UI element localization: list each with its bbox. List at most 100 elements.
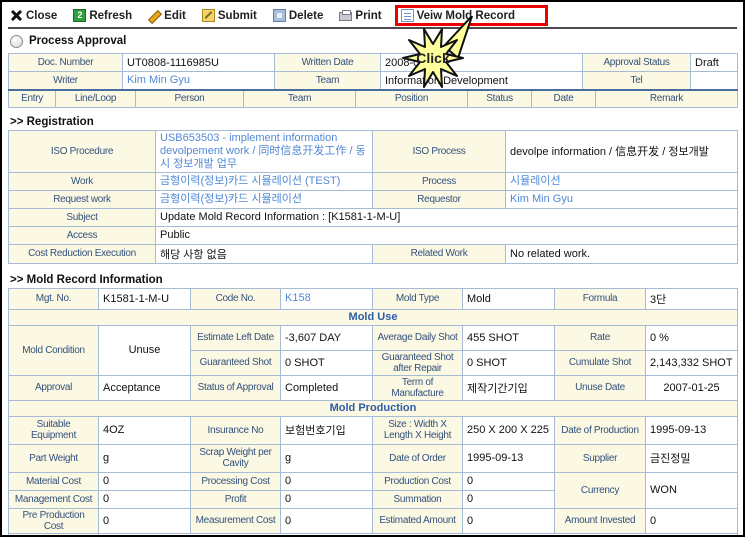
cell-code-no: Code No. [191,288,281,309]
cell-0: 0 [99,472,191,490]
edit-pencil-icon [148,9,161,22]
cell-iso-process: ISO Process [373,130,506,172]
cell-remark: Remark [596,90,738,107]
toolbar-button-print[interactable]: Print [339,10,381,22]
cell-entry: Entry [9,90,56,107]
cell-unuse: Unuse [99,325,191,375]
cell-mold-use: Mold Use [9,309,738,325]
cell-insurance-no: Insurance No [191,416,281,444]
cell-usb653503-implement-information-devolpem[interactable]: USB653503 - implement information devolp… [156,130,373,172]
table-row: Mold Production [9,400,738,416]
close-icon [10,9,23,22]
cell-team: Team [275,72,381,90]
cell-line-loop: Line/Loop [56,90,136,107]
cell-test[interactable]: 금형이력(정보)카드 시뮬레이션 (TEST) [156,172,373,190]
table-row: Suitable Equipment4OZInsurance No보험번호기입S… [9,416,738,444]
toolbar-button-label: Delete [289,10,324,22]
cell-date-of-production: Date of Production [555,416,646,444]
table-row: Doc. NumberUT0808-1116985UWritten Date20… [9,54,738,72]
printer-icon [339,12,352,21]
cell-g: g [281,444,373,472]
cell-455-shot: 455 SHOT [463,325,555,350]
cell-0: 0 % [646,325,738,350]
cell-average-daily-shot: Average Daily Shot [373,325,463,350]
cell-production-cost: Production Cost [373,472,463,490]
cell-work: Work [9,172,156,190]
cell-r2c1[interactable]: 금형이력(정보)카드 시뮬레이션 [156,190,373,208]
cell-0: 0 [281,490,373,508]
cell-cost-reduction-execution: Cost Reduction Execution [9,244,156,263]
cell-tel: Tel [583,72,691,90]
mold-record-table: Mgt. No.K1581-1-M-UCode No.K158Mold Type… [8,288,737,537]
mold-record-section-title: >> Mold Record Information [10,274,737,286]
cell-rate: Rate [555,325,646,350]
table-row: Material Cost0Processing Cost0Production… [9,472,738,490]
callout-text: Click [416,50,450,66]
cell-0: 0 [463,472,555,490]
approval-entry-header-table: EntryLine/LoopPersonTeamPositionStatusDa… [8,89,737,108]
cell-0: 0 [646,508,738,533]
cell-pre-production-cost: Pre Production Cost [9,508,99,533]
cell-profit: Profit [191,490,281,508]
cell-guaranteed-shot: Guaranteed Shot [191,350,281,375]
cell-related-work: Related Work [373,244,506,263]
cell-ut0808-1116985u: UT0808-1116985U [123,54,275,72]
cell-kim-min-gyu[interactable]: Kim Min Gyu [123,72,275,90]
process-approval-radio[interactable] [10,35,23,48]
cell-suitable-equipment: Suitable Equipment [9,416,99,444]
cell-mold-type: Mold Type [373,288,463,309]
cell-position: Position [356,90,468,107]
cell-r7c7: 금진정밀 [646,444,738,472]
toolbar-button-label: Edit [164,10,186,22]
cell-management-cost: Management Cost [9,490,99,508]
process-approval-label: Process Approval [29,35,126,47]
cell-0: 0 [463,508,555,533]
cell-estimated-amount: Estimated Amount [373,508,463,533]
cell-formula: Formula [555,288,646,309]
toolbar-button-close[interactable]: Close [10,9,57,22]
table-row: Request work금형이력(정보)카드 시뮬레이션RequestorKim… [9,190,738,208]
toolbar: CloseRefreshEditSubmitDeletePrintVeiw Mo… [8,4,737,29]
table-row: Mold ConditionUnuseEstimate Left Date-3,… [9,325,738,350]
table-row: Mold Use [9,309,738,325]
cell-part-weight: Part Weight [9,444,99,472]
registration-section-title: >> Registration [10,116,737,128]
cell-1995-09-13: 1995-09-13 [646,416,738,444]
cell-g: g [99,444,191,472]
cell-kim-min-gyu[interactable]: Kim Min Gyu [506,190,738,208]
cell-completed: Completed [281,375,373,400]
cell-k1581-1-m-u: K1581-1-M-U [99,288,191,309]
table-row: Pre Production Cost0Measurement Cost0Est… [9,508,738,533]
cell-scrap-weight-per-cavity: Scrap Weight per Cavity [191,444,281,472]
toolbar-button-refresh[interactable]: Refresh [73,9,132,22]
table-row: ISO ProcedureUSB653503 - implement infor… [9,130,738,172]
cell-reason-of-mold-prodcution: Reason of Mold Prodcution [9,533,99,537]
toolbar-button-submit[interactable]: Submit [202,9,257,22]
submit-pencil-icon [202,9,215,22]
cell-r1c3[interactable]: 시뮬레이션 [506,172,738,190]
cell-draft: Draft [691,54,738,72]
cell-process: Process [373,172,506,190]
toolbar-button-delete[interactable]: Delete [273,9,324,22]
cell-measurement-cost: Measurement Cost [191,508,281,533]
cell-supplier: Supplier [555,444,646,472]
toolbar-button-edit[interactable]: Edit [148,9,186,22]
cell-size-width-x-length-x-height: Size : Width X Length X Height [373,416,463,444]
cell-subject: Subject [9,208,156,226]
cell-3-607-day: -3,607 DAY [281,325,373,350]
cell-0: 0 [99,508,191,533]
table-row: ApprovalAcceptanceStatus of ApprovalComp… [9,375,738,400]
cell-0-shot: 0 SHOT [281,350,373,375]
cell-cumulate-shot: Cumulate Shot [555,350,646,375]
cell-0: 0 [281,472,373,490]
cell-0: 0 [281,508,373,533]
cell-estimate-left-date: Estimate Left Date [191,325,281,350]
cell-4oz: 4OZ [99,416,191,444]
refresh-icon [73,9,86,22]
cell-k158[interactable]: K158 [281,288,373,309]
cell-2-143-332-shot: 2,143,332 SHOT [646,350,738,375]
cell-devolpe-information: devolpe information / 信息开发 / 정보개발 [506,130,738,172]
cell-mold-condition: Mold Condition [9,325,99,375]
cell-requestor: Requestor [373,190,506,208]
table-row: AccessPublic [9,226,738,244]
